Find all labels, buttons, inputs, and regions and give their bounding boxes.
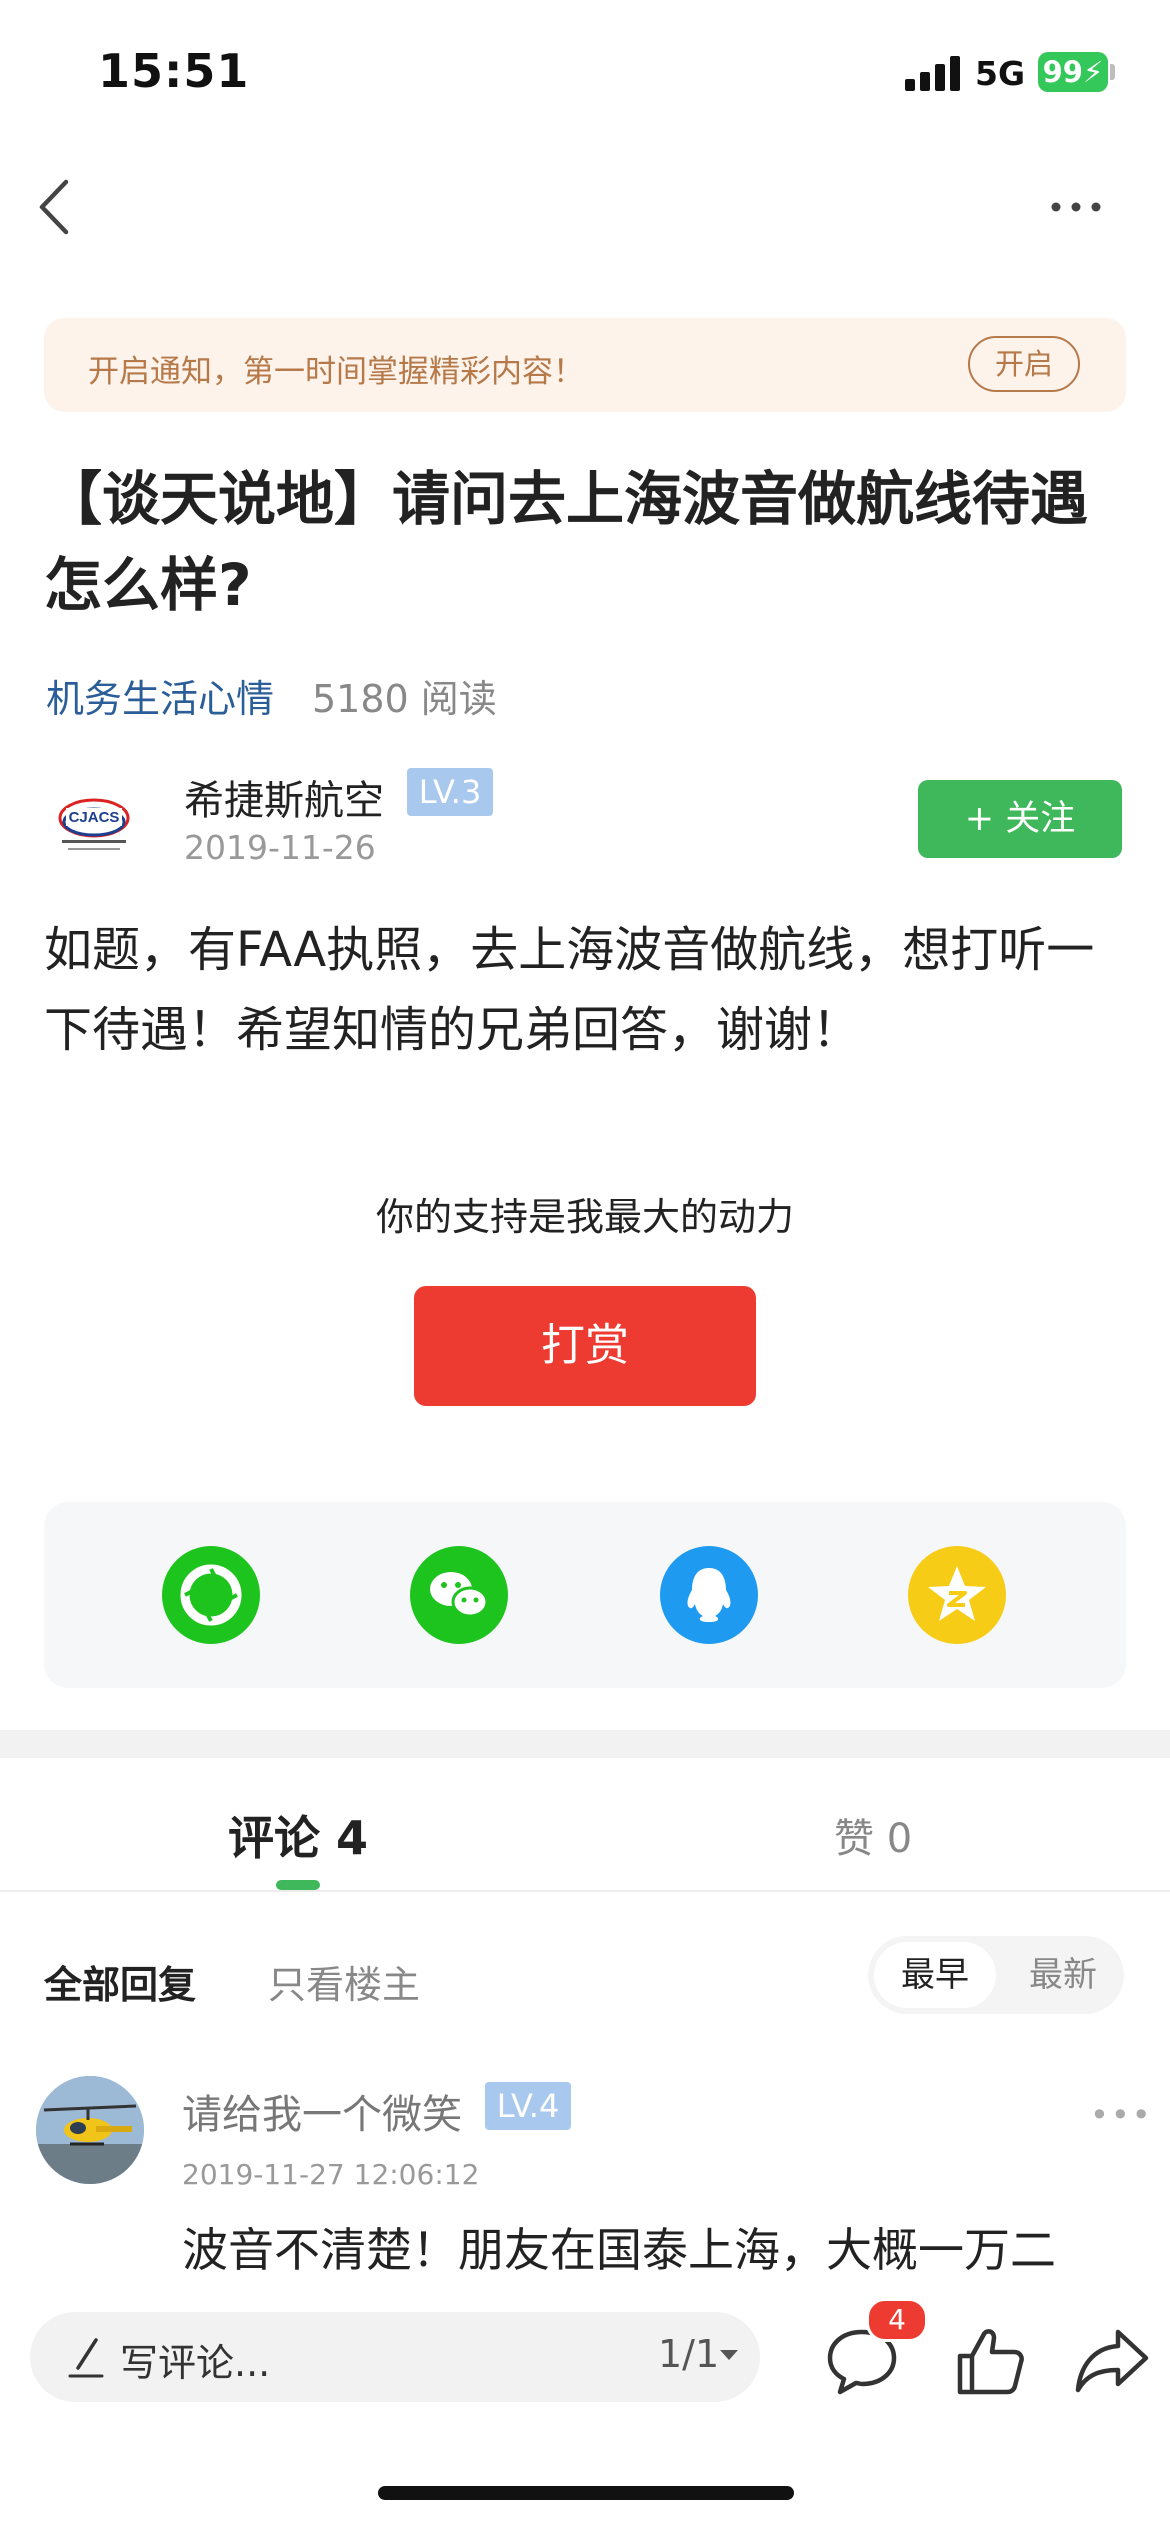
enable-notification-button[interactable]: 开启 (968, 336, 1080, 392)
home-indicator (378, 2486, 794, 2500)
share-panel (44, 1502, 1126, 1688)
comment-avatar[interactable] (36, 2076, 144, 2184)
battery-tip (1110, 64, 1115, 80)
comment-user[interactable]: 请给我一个微笑 LV.4 (182, 2082, 572, 2140)
author-avatar[interactable]: CJACS (44, 774, 144, 874)
comment-input-placeholder: 写评论... (120, 2341, 271, 2385)
read-count: 5180 阅读 (312, 677, 497, 721)
author-name[interactable]: 希捷斯航空 LV.3 (184, 768, 494, 826)
follow-button[interactable]: + 关注 (918, 780, 1122, 858)
comment-user-level: LV.4 (484, 2082, 572, 2130)
tab-likes[interactable]: 赞 0 (834, 1806, 912, 1864)
page-indicator[interactable]: 1/1 (658, 2332, 719, 2376)
comment-input[interactable]: 写评论... 1/1 (30, 2312, 760, 2402)
moments-icon[interactable] (162, 1546, 260, 1644)
qq-icon[interactable] (660, 1546, 758, 1644)
helicopter-photo-icon (36, 2076, 144, 2184)
author-name-text: 希捷斯航空 (184, 778, 384, 824)
post-body: 如题，有FAA执照，去上海波音做航线，想打听一下待遇！希望知情的兄弟回答，谢谢！ (44, 922, 1095, 1058)
comment-more-icon[interactable]: ••• (1090, 2096, 1153, 2134)
sort-newest-button[interactable]: 最新 (1008, 1942, 1118, 2008)
sort-earliest-button[interactable]: 最早 (874, 1942, 996, 2008)
tab-divider (0, 1890, 1170, 1892)
notification-text: 开启通知，第一时间掌握精彩内容！ (88, 354, 584, 390)
comment-text: 波音不清楚！朋友在国泰上海，大概一万二 (182, 2223, 1056, 2277)
battery-level: 99 (1042, 55, 1083, 89)
qzone-icon[interactable] (908, 1546, 1006, 1644)
battery-icon: 99⚡ (1038, 52, 1108, 92)
wechat-icon[interactable] (410, 1546, 508, 1644)
support-text: 你的支持是我最大的动力 (375, 1195, 794, 1239)
post-title: 【谈天说地】请问去上海波音做航线待遇怎么样? (44, 465, 1089, 619)
network-label: 5G (975, 54, 1026, 93)
post-category-link[interactable]: 机务生活心情 (46, 668, 274, 723)
section-divider (0, 1730, 1170, 1758)
author-level-badge: LV.3 (406, 768, 494, 816)
share-arrow-icon[interactable] (1072, 2322, 1152, 2398)
post-date: 2019-11-26 (184, 828, 376, 867)
tab-comments[interactable]: 评论 4 (228, 1802, 368, 1868)
page-dropdown-icon (720, 2350, 738, 2360)
status-time: 15:51 (98, 44, 250, 98)
active-tab-indicator (276, 1880, 320, 1890)
pen-icon (68, 2338, 104, 2378)
filter-op-only[interactable]: 只看楼主 (268, 1954, 420, 2009)
like-icon[interactable] (950, 2320, 1030, 2400)
comment-user-name: 请给我一个微笑 (182, 2092, 462, 2138)
comment-date: 2019-11-27 12:06:12 (182, 2158, 480, 2191)
logo-text: CJACS (69, 809, 120, 826)
signal-icon (905, 55, 961, 91)
reward-button[interactable]: 打赏 (414, 1286, 756, 1406)
comment-count-badge: 4 (866, 2298, 928, 2342)
back-arrow-icon[interactable] (30, 172, 90, 242)
more-options-icon[interactable] (1046, 182, 1106, 232)
sort-toggle: 最早 最新 (868, 1936, 1124, 2014)
filter-all-replies[interactable]: 全部回复 (44, 1954, 196, 2009)
cjacs-logo-icon: CJACS (58, 798, 130, 850)
notification-banner: 开启通知，第一时间掌握精彩内容！ 开启 (44, 318, 1126, 412)
